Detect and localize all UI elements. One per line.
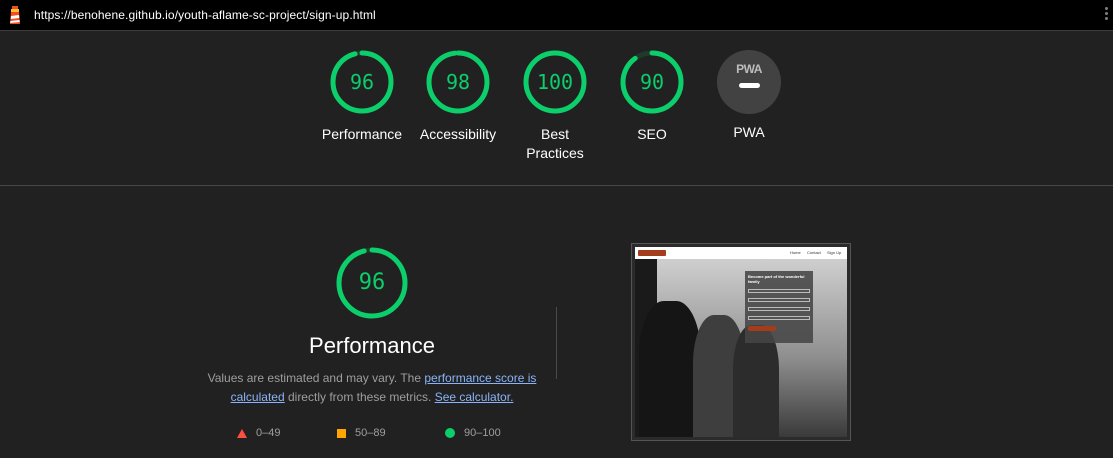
legend-pass-range: 90–100: [464, 427, 501, 440]
lighthouse-icon: [10, 6, 20, 24]
gauge-pwa[interactable]: PWA PWA: [704, 49, 794, 142]
seo-score: 90: [639, 70, 665, 94]
best-practices-score: 100: [536, 70, 574, 94]
score-summary: 96 Performance 98 Accessibility 100 Best…: [0, 31, 1113, 186]
screenshot-nav: Home Contact Sign Up: [635, 247, 847, 259]
square-icon: [337, 428, 346, 438]
best-practices-label-line2: Practices: [526, 145, 584, 161]
vertical-divider: [556, 307, 557, 379]
screenshot-nav-home: Home: [790, 250, 801, 255]
pwa-badge-icon: PWA: [717, 50, 781, 114]
performance-label: Performance: [321, 126, 403, 142]
screenshot-signup-form: Become part of the wonderful family: [745, 271, 813, 343]
seo-label: SEO: [637, 126, 667, 142]
performance-title: Performance: [309, 333, 435, 358]
performance-section: 96 Performance Values are estimated and …: [0, 186, 1113, 458]
legend-fail-range: 0–49: [256, 427, 281, 440]
screenshot-field-4: [748, 316, 810, 320]
desc-text-2: directly from these metrics.: [284, 390, 435, 404]
gauge-performance[interactable]: 96 Performance: [317, 49, 407, 144]
screenshot-field-2: [748, 298, 810, 302]
final-screenshot[interactable]: Home Contact Sign Up Become part of the …: [631, 243, 851, 441]
screenshot-nav-contact: Contact: [807, 250, 821, 255]
screenshot-image: Home Contact Sign Up Become part of the …: [635, 247, 847, 437]
pwa-dash-icon: [739, 83, 760, 88]
photo-person-1: [639, 301, 701, 437]
more-options-icon[interactable]: [1103, 7, 1109, 25]
gauge-seo[interactable]: 90 SEO: [607, 49, 697, 144]
pwa-label: PWA: [733, 124, 765, 140]
url-bar: https://benohene.github.io/youth-aflame-…: [0, 0, 1113, 31]
screenshot-photo: [635, 259, 847, 437]
desc-text-1: Values are estimated and may vary. The: [207, 371, 425, 385]
gauge-best-practices[interactable]: 100 Best Practices: [510, 49, 600, 163]
best-practices-label: Best Practices: [510, 125, 600, 163]
see-calculator-link[interactable]: See calculator.: [435, 390, 514, 404]
screenshot-field-3: [748, 307, 810, 311]
gauge-accessibility[interactable]: 98 Accessibility: [413, 49, 503, 144]
screenshot-form-title: Become part of the wonderful family: [748, 274, 805, 284]
screenshot-logo: [638, 250, 666, 256]
performance-big-score: 96: [358, 270, 386, 295]
pwa-badge-text: PWA: [736, 62, 762, 76]
performance-score: 96: [349, 70, 375, 94]
legend-average-range: 50–89: [355, 427, 386, 440]
screenshot-field-1: [748, 289, 810, 293]
screenshot-submit-button: [748, 326, 776, 331]
legend-fail: 0–49: [237, 427, 280, 439]
accessibility-score: 98: [445, 70, 471, 94]
circle-icon: [445, 428, 455, 439]
performance-description: Values are estimated and may vary. The p…: [205, 369, 539, 407]
score-legend: 0–49 50–89 90–100: [237, 427, 537, 443]
legend-pass: 90–100: [445, 427, 501, 439]
best-practices-label-line1: Best: [540, 126, 569, 142]
screenshot-nav-signup: Sign Up: [827, 250, 842, 255]
legend-average: 50–89: [337, 427, 386, 439]
triangle-icon: [237, 428, 247, 438]
accessibility-label: Accessibility: [419, 126, 497, 142]
report-url[interactable]: https://benohene.github.io/youth-aflame-…: [34, 8, 376, 22]
